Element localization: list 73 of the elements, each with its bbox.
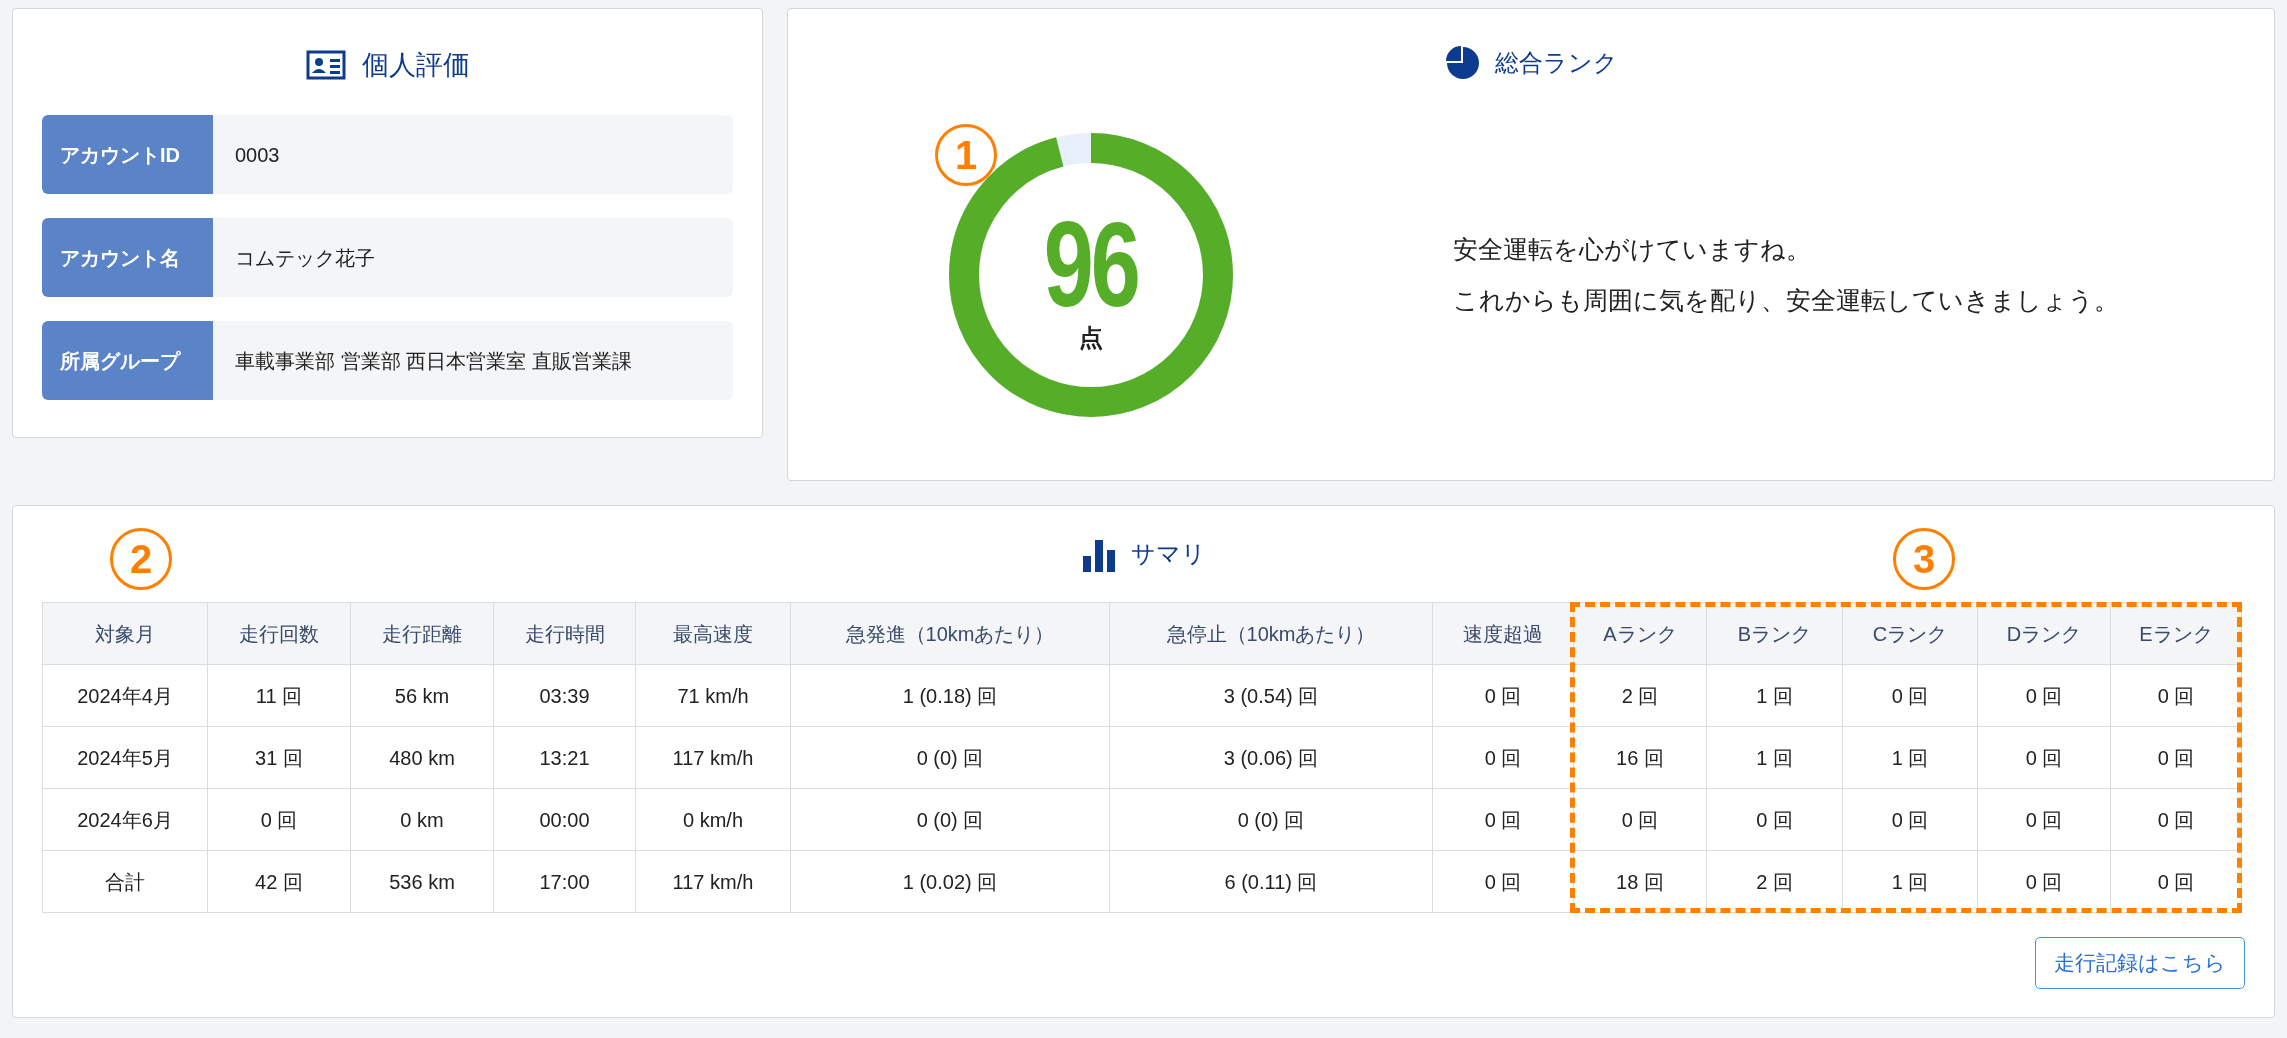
- table-cell: 117 km/h: [635, 726, 791, 789]
- column-header: 速度超過: [1432, 602, 1574, 665]
- column-header: 走行時間: [493, 602, 636, 665]
- table-cell: 13:21: [493, 726, 636, 789]
- id-card-icon: [305, 50, 346, 80]
- column-header: 対象月: [42, 602, 208, 665]
- score-value: 96: [1043, 204, 1139, 324]
- table-cell: 2 回: [1573, 664, 1707, 727]
- table-cell: 0 回: [1842, 788, 1978, 851]
- callout-number: 3: [1893, 528, 1955, 590]
- card-title: サマリ: [1131, 539, 1206, 569]
- field-value: 車載事業部 営業部 西日本営業室 直販営業課: [213, 321, 733, 400]
- rank-message: これからも周囲に気を配り、安全運転していきましょう。: [1453, 285, 2119, 316]
- table-cell: 03:39: [493, 664, 636, 727]
- field-label: アカウントID: [42, 115, 213, 194]
- table-cell: 1 回: [1706, 664, 1843, 727]
- field-value: コムテック花子: [213, 218, 733, 297]
- column-header: Aランク: [1573, 602, 1707, 665]
- table-cell: 0 回: [1573, 788, 1707, 851]
- callout-number: 2: [110, 528, 172, 590]
- column-header: 急発進（10kmあたり）: [790, 602, 1110, 665]
- table-cell: 6 (0.11) 回: [1109, 850, 1433, 913]
- table-cell: 2024年6月: [42, 788, 208, 851]
- table-cell: 1 回: [1706, 726, 1843, 789]
- table-cell: 71 km/h: [635, 664, 791, 727]
- table-cell: 2024年4月: [42, 664, 208, 727]
- field-value: 0003: [213, 115, 733, 194]
- table-cell: 16 回: [1573, 726, 1707, 789]
- table-cell: 0 回: [1977, 726, 2111, 789]
- column-header: 走行回数: [207, 602, 351, 665]
- column-header: Bランク: [1706, 602, 1843, 665]
- table-cell: 0 回: [1977, 788, 2111, 851]
- table-cell: 00:00: [493, 788, 636, 851]
- table-cell: 480 km: [350, 726, 494, 789]
- card-title: 個人評価: [361, 48, 470, 82]
- column-header: 急停止（10kmあたり）: [1109, 602, 1433, 665]
- table-cell: 1 (0.18) 回: [790, 664, 1110, 727]
- table-cell: 42 回: [207, 850, 351, 913]
- table-cell: 0 回: [1706, 788, 1843, 851]
- column-header: Dランク: [1977, 602, 2111, 665]
- table-cell: 0 km/h: [635, 788, 791, 851]
- driving-record-button[interactable]: 走行記録はこちら: [2035, 937, 2245, 989]
- column-header: Eランク: [2110, 602, 2242, 665]
- pie-chart-icon: [1444, 45, 1481, 81]
- field-label: アカウント名: [42, 218, 213, 297]
- score-unit: 点: [1079, 324, 1103, 352]
- table-cell: 11 回: [207, 664, 351, 727]
- table-cell: 0 km: [350, 788, 494, 851]
- field-label: 所属グループ: [42, 321, 213, 400]
- table-cell: 0 (0) 回: [790, 788, 1110, 851]
- card-title: 総合ランク: [1494, 48, 1618, 78]
- table-cell: 1 (0.02) 回: [790, 850, 1110, 913]
- table-cell: 56 km: [350, 664, 494, 727]
- table-cell: 0 回: [1977, 664, 2111, 727]
- callout-number: 1: [935, 124, 997, 186]
- column-header: Cランク: [1842, 602, 1978, 665]
- table-cell: 合計: [42, 850, 208, 913]
- table-cell: 117 km/h: [635, 850, 791, 913]
- table-cell: 0 回: [207, 788, 351, 851]
- table-cell: 3 (0.54) 回: [1109, 664, 1433, 727]
- rank-message: 安全運転を心がけていますね。: [1453, 233, 1812, 265]
- column-header: 最高速度: [635, 602, 791, 665]
- table-cell: 0 (0) 回: [1109, 788, 1433, 851]
- table-cell: 31 回: [207, 726, 351, 789]
- table-cell: 1 回: [1842, 726, 1978, 789]
- table-cell: 536 km: [350, 850, 494, 913]
- table-cell: 3 (0.06) 回: [1109, 726, 1433, 789]
- table-cell: 17:00: [493, 850, 636, 913]
- table-cell: 0 回: [1842, 664, 1978, 727]
- table-cell: 0 回: [1432, 850, 1574, 913]
- column-header: 走行距離: [350, 602, 494, 665]
- table-cell: 2024年5月: [42, 726, 208, 789]
- table-cell: 0 (0) 回: [790, 726, 1110, 789]
